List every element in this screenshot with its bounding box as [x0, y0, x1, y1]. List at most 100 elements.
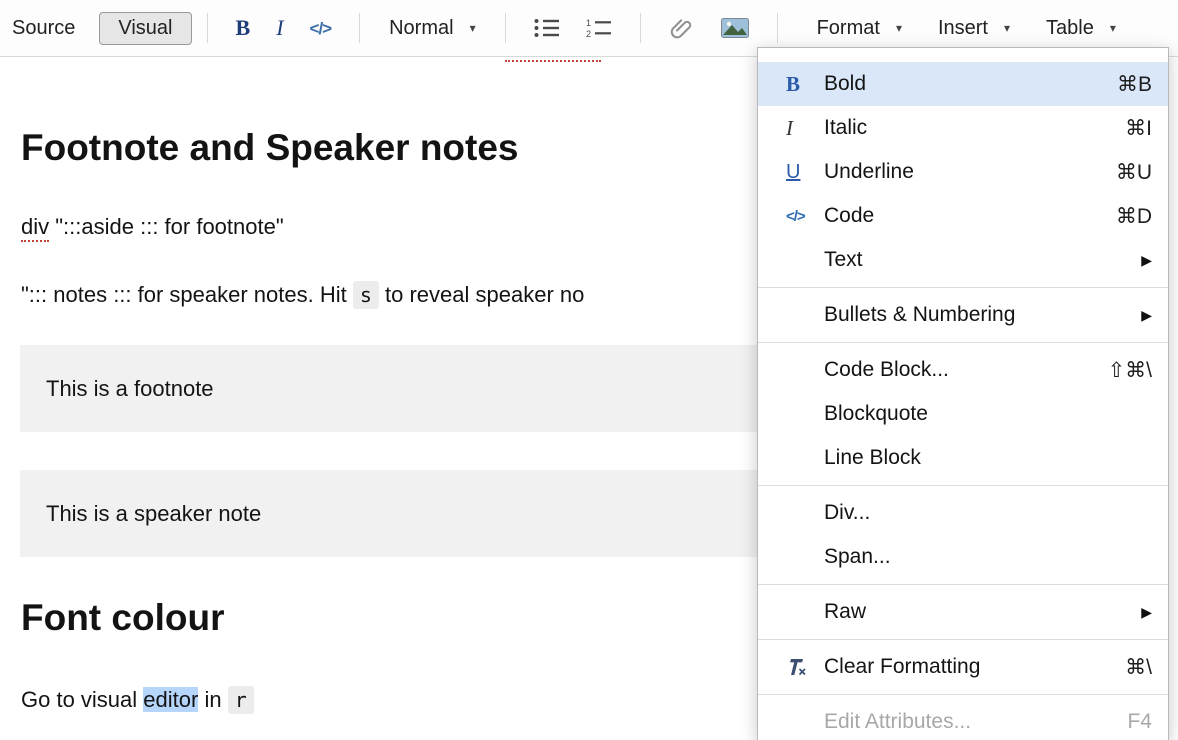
image-button[interactable]	[721, 18, 749, 38]
text: in	[198, 687, 227, 712]
menu-item-bold[interactable]: B Bold ⌘B	[758, 62, 1168, 106]
menu-item-div[interactable]: Div...	[758, 491, 1168, 535]
menu-item-label: Div...	[824, 501, 1152, 525]
menu-item-span[interactable]: Span...	[758, 535, 1168, 579]
clear-formatting-icon	[786, 658, 824, 677]
visual-editor-window: Source Visual B I </> Normal ▾ 1 2	[0, 0, 1178, 740]
svg-text:2: 2	[586, 29, 591, 38]
paragraph-style-label: Normal	[389, 17, 453, 40]
text: ":::aside ::: for footnote"	[49, 214, 284, 239]
insert-menu-label: Insert	[938, 17, 988, 40]
text: to reveal speaker no	[379, 282, 584, 307]
menu-shortcut: ⌘\	[1125, 655, 1152, 680]
menu-item-code[interactable]: </> Code ⌘D	[758, 194, 1168, 238]
menu-item-italic[interactable]: I Italic ⌘I	[758, 106, 1168, 150]
menu-item-label: Bold	[824, 72, 1117, 96]
inline-code-button[interactable]: </>	[310, 20, 332, 37]
heading-font-colour[interactable]: Font colour	[21, 597, 224, 639]
numbered-list-icon: 1 2	[586, 18, 612, 38]
menu-item-label: Bullets & Numbering	[824, 303, 1141, 327]
menu-separator	[758, 694, 1168, 695]
menu-item-label: Italic	[824, 116, 1125, 140]
source-mode-button[interactable]: Source	[12, 17, 75, 40]
link-button[interactable]	[669, 17, 695, 39]
menu-item-label: Text	[824, 248, 1141, 272]
toolbar-separator	[207, 13, 208, 43]
italic-icon: I	[786, 116, 824, 141]
menu-item-label: Line Block	[824, 446, 1152, 470]
insert-menu-button[interactable]: Insert ▾	[938, 17, 1010, 40]
format-menu-button[interactable]: Format ▾	[817, 17, 902, 40]
bulleted-list-icon	[534, 18, 560, 38]
numbered-list-button[interactable]: 1 2	[586, 18, 612, 38]
menu-separator	[758, 287, 1168, 288]
menu-item-underline[interactable]: U Underline ⌘U	[758, 150, 1168, 194]
menu-item-text[interactable]: Text ▶	[758, 238, 1168, 282]
menu-separator	[758, 639, 1168, 640]
menu-item-label: Underline	[824, 160, 1116, 184]
toolbar-separator	[777, 13, 778, 43]
heading-footnote-speaker-notes[interactable]: Footnote and Speaker notes	[21, 127, 519, 169]
underline-icon: U	[786, 161, 824, 184]
menu-item-label: Raw	[824, 600, 1141, 624]
menu-item-blockquote[interactable]: Blockquote	[758, 392, 1168, 436]
paragraph-visual-editor[interactable]: Go to visual editor in r	[21, 685, 254, 715]
toolbar-separator	[505, 13, 506, 43]
menu-item-clear-formatting[interactable]: Clear Formatting ⌘\	[758, 645, 1168, 689]
italic-button[interactable]: I	[276, 17, 283, 39]
inline-code-span: s	[353, 281, 379, 309]
spellcheck-underline-fragment	[505, 59, 601, 62]
menu-shortcut: ⌘I	[1125, 116, 1152, 141]
menu-item-code-block[interactable]: Code Block... ⇧⌘\	[758, 348, 1168, 392]
bold-icon: B	[786, 72, 824, 97]
code-icon: </>	[786, 208, 824, 225]
submenu-arrow-icon: ▶	[1141, 307, 1152, 324]
menu-item-raw[interactable]: Raw ▶	[758, 590, 1168, 634]
menu-item-edit-attributes: Edit Attributes... F4	[758, 700, 1168, 740]
submenu-arrow-icon: ▶	[1141, 604, 1152, 621]
menu-separator	[758, 485, 1168, 486]
visual-mode-button[interactable]: Visual	[99, 12, 191, 45]
toolbar-separator	[359, 13, 360, 43]
misspelled-word: div	[21, 214, 49, 242]
text: "::: notes ::: for speaker notes. Hit	[21, 282, 353, 307]
footnote-text: This is a footnote	[46, 376, 214, 402]
link-icon	[669, 17, 695, 39]
menu-item-label: Code Block...	[824, 358, 1108, 382]
menu-shortcut: F4	[1127, 710, 1152, 734]
menu-separator	[758, 584, 1168, 585]
bulleted-list-button[interactable]	[534, 18, 560, 38]
toolbar-separator	[640, 13, 641, 43]
text: Go to visual	[21, 687, 143, 712]
menu-item-label: Clear Formatting	[824, 655, 1125, 679]
menu-separator	[758, 342, 1168, 343]
menu-item-label: Span...	[824, 545, 1152, 569]
menu-shortcut: ⇧⌘\	[1108, 358, 1152, 383]
speaker-note-text: This is a speaker note	[46, 501, 261, 527]
menu-shortcut: ⌘B	[1117, 72, 1152, 97]
submenu-arrow-icon: ▶	[1141, 252, 1152, 269]
bold-button[interactable]: B	[236, 17, 251, 39]
menu-item-line-block[interactable]: Line Block	[758, 436, 1168, 480]
menu-item-label: Blockquote	[824, 402, 1152, 426]
menu-item-bullets-numbering[interactable]: Bullets & Numbering ▶	[758, 293, 1168, 337]
chevron-down-icon: ▾	[470, 21, 476, 35]
paragraph-style-dropdown[interactable]: Normal ▾	[389, 17, 475, 40]
menubar-group: Format ▾ Insert ▾ Table ▾	[799, 17, 1134, 40]
table-menu-button[interactable]: Table ▾	[1046, 17, 1116, 40]
inline-code-span: r	[228, 686, 254, 714]
paragraph-div-aside[interactable]: div ":::aside ::: for footnote"	[21, 212, 284, 242]
menu-shortcut: ⌘D	[1116, 204, 1152, 229]
format-dropdown-menu: B Bold ⌘B I Italic ⌘I U Underline ⌘U </>…	[757, 47, 1169, 740]
chevron-down-icon: ▾	[1004, 21, 1010, 35]
chevron-down-icon: ▾	[1110, 21, 1116, 35]
paragraph-speaker-notes[interactable]: "::: notes ::: for speaker notes. Hit s …	[21, 280, 584, 310]
selected-text: editor	[143, 687, 198, 712]
menu-item-label: Edit Attributes...	[824, 710, 1127, 734]
svg-text:1: 1	[586, 18, 591, 28]
menu-item-label: Code	[824, 204, 1116, 228]
image-icon	[721, 18, 749, 38]
chevron-down-icon: ▾	[896, 21, 902, 35]
format-menu-label: Format	[817, 17, 880, 40]
table-menu-label: Table	[1046, 17, 1094, 40]
